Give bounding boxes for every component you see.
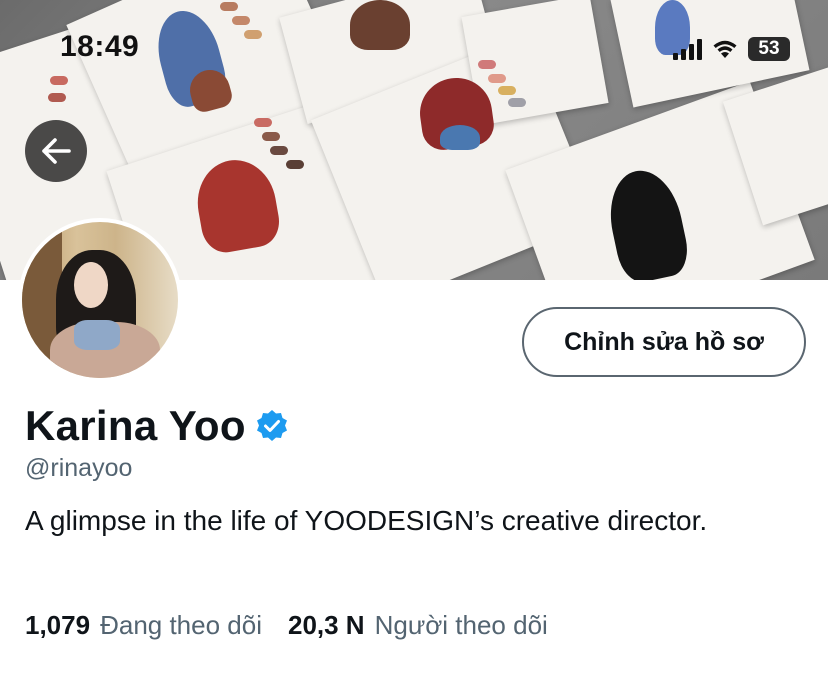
wifi-icon xyxy=(713,40,737,58)
avatar-face xyxy=(74,262,108,308)
cellular-signal-icon xyxy=(673,38,702,60)
verified-badge-icon xyxy=(256,410,287,441)
following-stat[interactable]: 1,079 Đang theo dõi xyxy=(25,610,262,641)
profile-handle: @rinayoo xyxy=(25,454,133,482)
fashion-sketch-figure xyxy=(440,125,480,150)
paint-swatch xyxy=(50,76,68,85)
fashion-sketch-figure xyxy=(350,0,410,50)
paint-swatch xyxy=(488,74,506,83)
edit-profile-button[interactable]: Chỉnh sửa hồ sơ xyxy=(522,307,806,377)
following-count: 1,079 xyxy=(25,610,91,640)
followers-stat[interactable]: 20,3 N Người theo dõi xyxy=(288,610,548,641)
paint-swatch xyxy=(220,2,238,11)
followers-count: 20,3 N xyxy=(287,610,365,640)
followers-label: Người theo dõi xyxy=(374,610,548,640)
profile-stats: 1,079 Đang theo dõi 20,3 N Người theo dõ… xyxy=(25,610,574,641)
paint-swatch xyxy=(286,160,304,169)
arrow-left-icon xyxy=(42,138,71,164)
avatar-photo xyxy=(22,222,178,378)
following-label: Đang theo dõi xyxy=(100,610,262,640)
paint-swatch xyxy=(508,98,526,107)
paint-swatch xyxy=(498,86,516,95)
paint-swatch xyxy=(232,16,250,25)
status-bar-icons: 53 xyxy=(673,36,790,62)
profile-bio: A glimpse in the life of YOODESIGN’s cre… xyxy=(25,505,708,536)
paint-swatch xyxy=(48,93,66,102)
paint-swatch xyxy=(244,30,262,39)
paint-swatch xyxy=(270,146,288,155)
paint-swatch xyxy=(478,60,496,69)
avatar-collar xyxy=(74,320,120,350)
battery-icon: 53 xyxy=(748,37,790,61)
profile-name-row: Karina Yoo xyxy=(25,402,290,450)
profile-avatar[interactable] xyxy=(18,218,182,382)
profile-name: Karina Yoo xyxy=(25,402,246,449)
status-bar-time: 18:49 xyxy=(60,30,140,63)
paint-swatch xyxy=(254,118,272,127)
back-button[interactable] xyxy=(25,120,87,182)
paint-swatch xyxy=(262,132,280,141)
